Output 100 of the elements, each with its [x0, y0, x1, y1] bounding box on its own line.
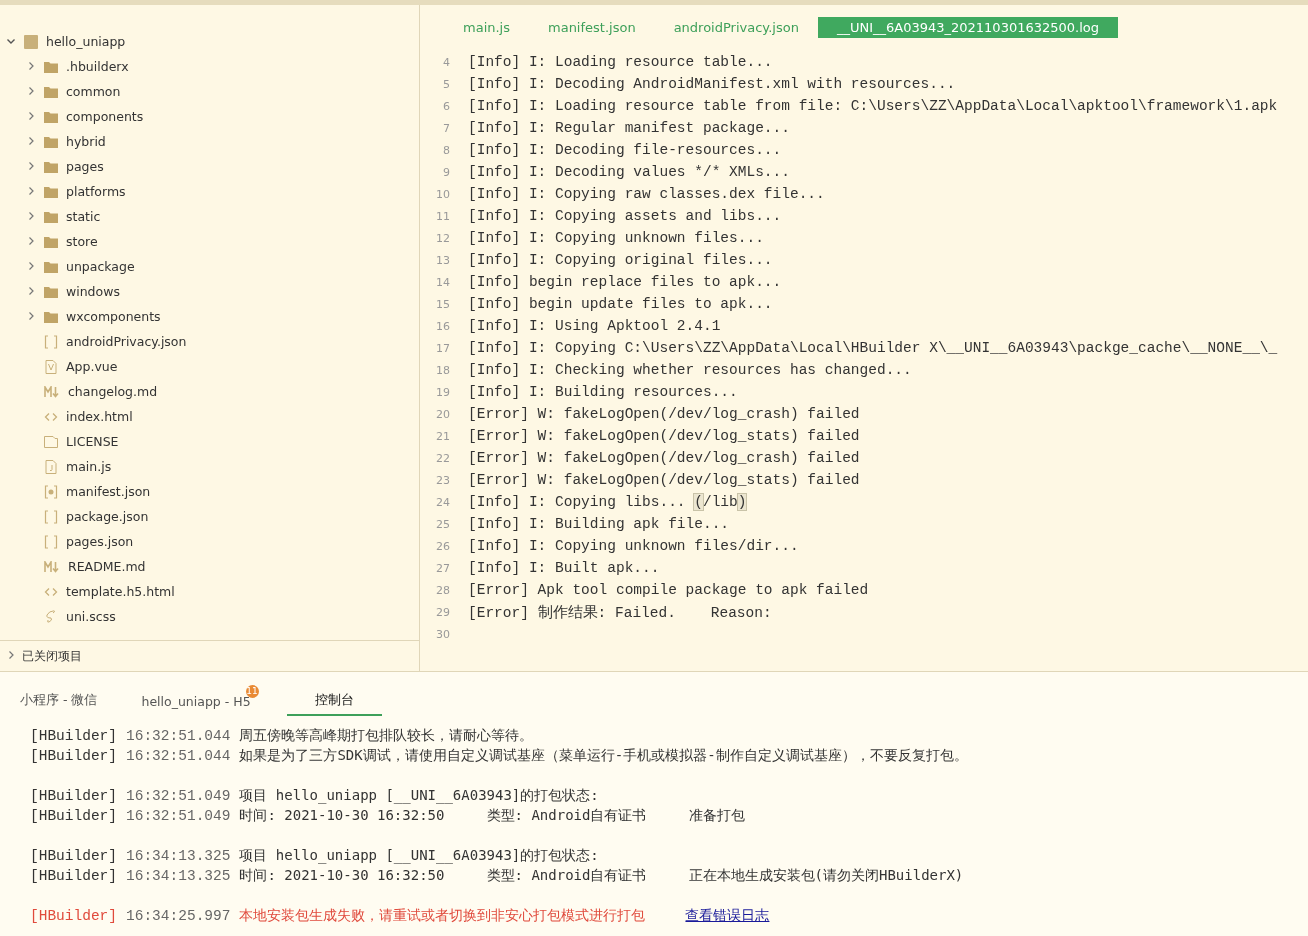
- file-name[interactable]: main.js: [66, 459, 112, 474]
- log-time: 16:34:13.325: [126, 868, 231, 884]
- file-name[interactable]: README.md: [68, 559, 146, 574]
- log-line: [Info] I: Building apk file...: [468, 516, 730, 532]
- markdown-icon: [44, 385, 60, 398]
- log-message: 本地安装包生成失败，请重试或者切换到非安心打包模式进行打包: [239, 907, 646, 925]
- folder-name[interactable]: static: [66, 209, 101, 224]
- log-source: [HBuilder]: [30, 728, 117, 744]
- log-source: [HBuilder]: [30, 848, 117, 864]
- log-line: [Error] W: fakeLogOpen(/dev/log_stats) failed: [468, 472, 860, 488]
- log-line: [Info] I: Copying libs... (/lib): [468, 494, 747, 510]
- chevron-right-icon[interactable]: [26, 61, 36, 71]
- log-line: [Info] I: Regular manifest package...: [468, 120, 790, 136]
- folder-icon: [44, 110, 58, 123]
- log-line: [Info] I: Loading resource table from file: C:\Users\ZZ\AppData\Local\apktool\framework\1.apk: [468, 98, 1278, 114]
- log-line: [Info] I: Decoding values */* XMLs...: [468, 164, 790, 180]
- line-number: 22: [435, 451, 451, 465]
- line-number: 29: [435, 605, 451, 619]
- folder-name[interactable]: wxcomponents: [66, 309, 161, 324]
- console-tab[interactable]: 小程序 - 微信: [20, 692, 98, 716]
- chevron-right-icon[interactable]: [6, 650, 16, 660]
- folder-name[interactable]: store: [66, 234, 98, 249]
- line-number: 13: [435, 253, 451, 267]
- file-name[interactable]: App.vue: [66, 359, 118, 374]
- folder-name[interactable]: .hbuilderx: [66, 59, 129, 74]
- line-number: 7: [442, 121, 451, 135]
- file-name[interactable]: template.h5.html: [66, 584, 175, 599]
- project-row[interactable]: hello_uniapp: [0, 29, 419, 54]
- folder-icon: [44, 135, 58, 148]
- folder-name[interactable]: pages: [66, 159, 104, 174]
- folder-name[interactable]: hybrid: [66, 134, 106, 149]
- chevron-right-icon[interactable]: [26, 136, 36, 146]
- log-line: [Error] W: fakeLogOpen(/dev/log_crash) failed: [468, 450, 860, 466]
- closed-projects-label[interactable]: 已关闭项目: [22, 647, 82, 665]
- line-number: 27: [435, 561, 451, 575]
- chevron-down-icon[interactable]: [6, 36, 16, 46]
- log-line: [Error] 制作结果: Failed. Reason:: [468, 603, 772, 622]
- line-number: 10: [435, 187, 451, 201]
- folder-icon: [44, 185, 58, 198]
- line-number: 15: [435, 297, 451, 311]
- chevron-right-icon[interactable]: [26, 286, 36, 296]
- log-line: [Info] I: Building resources...: [468, 384, 738, 400]
- line-number: 5: [442, 77, 451, 91]
- chevron-right-icon[interactable]: [26, 261, 36, 271]
- log-source: [HBuilder]: [30, 808, 117, 824]
- log-line: [Info] begin replace files to apk...: [468, 274, 782, 290]
- log-line: [Error] Apk tool compile package to apk failed: [468, 582, 869, 598]
- code-brackets-icon: [44, 411, 58, 422]
- console-tab[interactable]: 控制台: [286, 692, 382, 716]
- log-message: 如果是为了三方SDK调试，请使用自定义调试基座（菜单运行-手机或模拟器-制作自定义调试基座），不要反复打包。: [239, 747, 968, 765]
- chevron-right-icon[interactable]: [26, 111, 36, 121]
- log-line: [Error] W: fakeLogOpen(/dev/log_stats) failed: [468, 428, 860, 444]
- folder-name[interactable]: windows: [66, 284, 120, 299]
- log-line: [Info] I: Built apk...: [468, 560, 660, 576]
- chevron-right-icon[interactable]: [26, 211, 36, 221]
- log-source: [HBuilder]: [30, 908, 117, 924]
- log-source: [HBuilder]: [30, 748, 117, 764]
- log-line: [Info] I: Loading resource table...: [468, 54, 773, 70]
- log-time: 16:32:51.049: [126, 788, 231, 804]
- file-name[interactable]: uni.scss: [66, 609, 116, 624]
- folder-name[interactable]: unpackage: [66, 259, 135, 274]
- log-message: 项目 hello_uniapp [__UNI__6A03943]的打包状态:: [239, 787, 599, 805]
- folder-name[interactable]: components: [66, 109, 144, 124]
- file-name[interactable]: manifest.json: [66, 484, 151, 499]
- line-number: 19: [435, 385, 451, 399]
- folder-name[interactable]: common: [66, 84, 121, 99]
- chevron-right-icon[interactable]: [26, 311, 36, 321]
- folder-icon: [44, 210, 58, 223]
- chevron-right-icon[interactable]: [26, 161, 36, 171]
- line-number: 4: [442, 55, 451, 69]
- error-log-link[interactable]: 查看错误日志: [685, 907, 770, 925]
- line-number: 30: [435, 627, 451, 641]
- project-name[interactable]: hello_uniapp: [46, 34, 126, 49]
- file-name[interactable]: androidPrivacy.json: [66, 334, 187, 349]
- js-file-icon: [44, 459, 58, 474]
- log-time: 16:34:25.997: [126, 908, 231, 924]
- line-number: 14: [435, 275, 451, 289]
- chevron-right-icon[interactable]: [26, 86, 36, 96]
- chevron-right-icon[interactable]: [26, 186, 36, 196]
- log-message: 时间: 2021-10-30 16:32:50 类型: Android自有证书 准备打包: [239, 807, 745, 825]
- file-name[interactable]: index.html: [66, 409, 133, 424]
- folder-icon: [44, 160, 58, 173]
- line-number: 20: [435, 407, 451, 421]
- log-message: 项目 hello_uniapp [__UNI__6A03943]的打包状态:: [239, 847, 599, 865]
- line-number: 18: [435, 363, 451, 377]
- file-name[interactable]: pages.json: [66, 534, 134, 549]
- file-name[interactable]: changelog.md: [68, 384, 158, 399]
- brackets-icon: [44, 509, 58, 524]
- file-name[interactable]: package.json: [66, 509, 149, 524]
- folder-name[interactable]: platforms: [66, 184, 126, 199]
- swirl-icon: [44, 609, 58, 624]
- file-name[interactable]: LICENSE: [66, 434, 119, 449]
- log-line: [Info] I: Copying unknown files/dir...: [468, 538, 799, 554]
- line-number: 16: [435, 319, 451, 333]
- chevron-right-icon[interactable]: [26, 236, 36, 246]
- line-number: 25: [435, 517, 451, 531]
- folder-icon: [44, 235, 58, 248]
- log-time: 16:32:51.049: [126, 808, 231, 824]
- log-line: [Info] I: Copying assets and libs...: [468, 208, 782, 224]
- log-line: [Info] I: Checking whether resources has changed...: [468, 362, 912, 378]
